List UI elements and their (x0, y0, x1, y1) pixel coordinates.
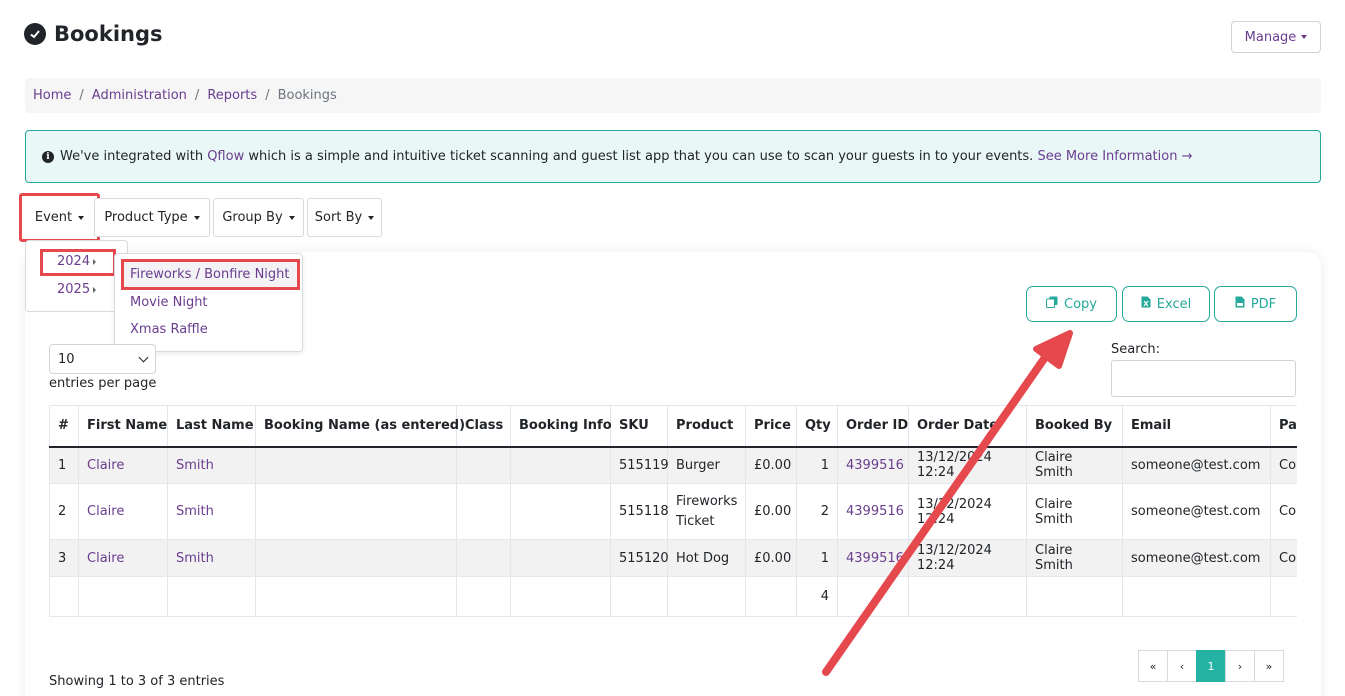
annotation-arrow (822, 330, 1073, 676)
page-1-button[interactable]: 1 (1196, 650, 1226, 682)
last-page-button[interactable]: » (1254, 650, 1284, 682)
pagination: « ‹ 1 › » (1138, 650, 1284, 682)
next-page-button[interactable]: › (1225, 650, 1255, 682)
showing-entries-info: Showing 1 to 3 of 3 entries (49, 674, 225, 689)
prev-page-button[interactable]: ‹ (1167, 650, 1197, 682)
first-page-button[interactable]: « (1138, 650, 1168, 682)
